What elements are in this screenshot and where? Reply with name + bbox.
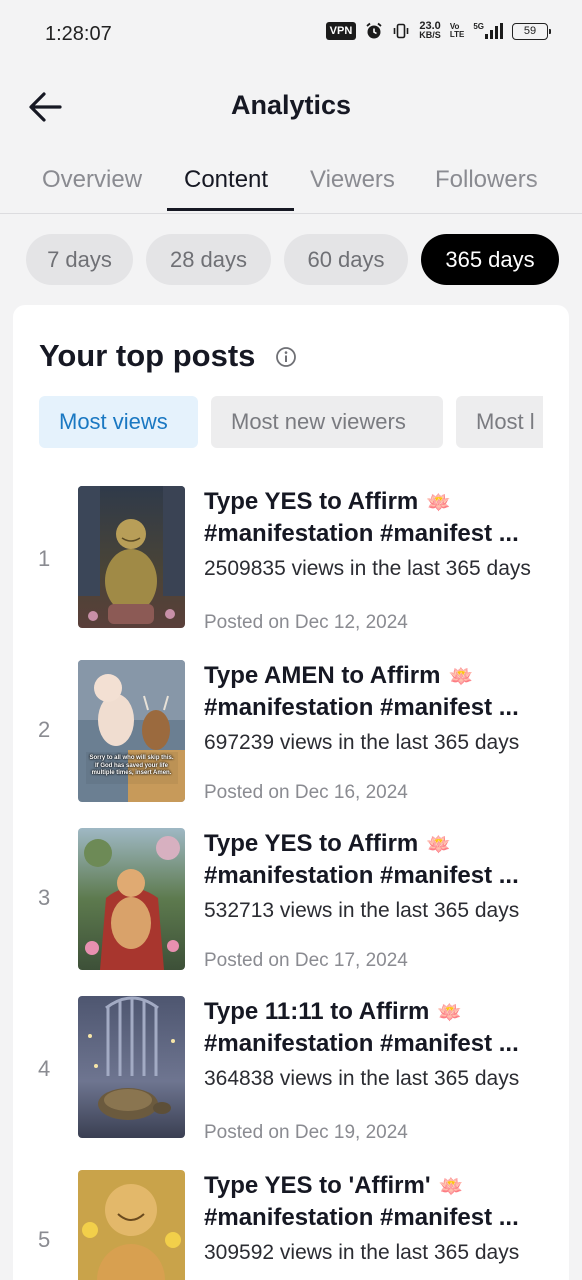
range-60-days[interactable]: 60 days — [284, 234, 408, 285]
tab-content[interactable]: Content — [184, 166, 268, 194]
baby-deer-thumbnail-image — [78, 660, 185, 802]
post-title: Type AMEN to Affirm 🪷 — [204, 662, 474, 689]
vpn-icon: VPN — [325, 22, 357, 40]
post-hashtags: #manifestation #manifest ... — [204, 694, 519, 721]
post-thumbnail[interactable] — [78, 996, 185, 1138]
post-views: 2509835 views in the last 365 days — [204, 557, 531, 580]
info-icon[interactable] — [275, 346, 297, 368]
post-rank: 1 — [38, 546, 51, 571]
filter-most-views[interactable]: Most views — [39, 396, 198, 448]
post-hashtags: #manifestation #manifest ... — [204, 1204, 519, 1231]
lotus-icon: 🪷 — [438, 1176, 464, 1198]
post-views: 532713 views in the last 365 days — [204, 899, 520, 922]
post-views: 697239 views in the last 365 days — [204, 731, 520, 754]
post-views: 309592 views in the last 365 days — [204, 1241, 520, 1264]
post-rank: 5 — [38, 1227, 51, 1252]
post-row[interactable]: 2 Sorry to all who will skip this. If Go… — [13, 660, 569, 820]
filter-most-new-viewers[interactable]: Most new viewers — [211, 396, 443, 448]
post-views: 364838 views in the last 365 days — [204, 1067, 520, 1090]
post-rank: 3 — [38, 885, 51, 910]
range-7-days[interactable]: 7 days — [26, 234, 133, 285]
status-icons: VPN 23.0 KB/S Vo LTE 5G 59 — [325, 20, 551, 40]
post-date: Posted on Dec 17, 2024 — [204, 950, 408, 971]
post-row[interactable]: 3 Type YES to Affirm 🪷 #manifestation #m… — [13, 828, 569, 988]
post-thumbnail[interactable]: Sorry to all who will skip this. If God … — [78, 660, 185, 802]
turtle-cathedral-thumbnail-image — [78, 996, 185, 1138]
section-title: Your top posts — [39, 338, 256, 373]
post-rank: 2 — [38, 717, 51, 742]
post-row[interactable]: 5 Type YES to 'Affirm' 🪷 #manifestation #… — [13, 1170, 569, 1280]
post-date: Posted on Dec 12, 2024 — [204, 612, 408, 633]
post-title: Type YES to 'Affirm' 🪷 — [204, 1172, 464, 1199]
vibrate-icon — [393, 23, 409, 39]
post-thumbnail[interactable] — [78, 828, 185, 970]
lotus-icon: 🪷 — [426, 492, 452, 514]
post-rank: 4 — [38, 1056, 51, 1081]
post-thumbnail[interactable] — [78, 486, 185, 628]
post-title: Type 11:11 to Affirm 🪷 — [204, 998, 463, 1025]
analytics-screen: 1:28:07 VPN 23.0 KB/S Vo LTE 5G 59 Analy… — [0, 0, 582, 1280]
analytics-tabs: Overview Content Viewers Followers — [0, 150, 582, 214]
lotus-icon: 🪷 — [448, 666, 474, 688]
filter-most-likes[interactable]: Most l — [456, 396, 543, 448]
tab-viewers[interactable]: Viewers — [310, 166, 395, 194]
post-date: Posted on Dec 19, 2024 — [204, 1122, 408, 1143]
post-row[interactable]: 4 Type 11:11 to Affirm 🪷 #manifestation … — [13, 996, 569, 1156]
tabs-scroll-fade — [532, 150, 582, 213]
thumbnail-caption: Sorry to all who will skip this. If God … — [89, 755, 174, 776]
range-365-days[interactable]: 365 days — [421, 234, 559, 285]
alarm-icon — [366, 22, 382, 39]
page-title: Analytics — [230, 90, 352, 120]
tab-overview[interactable]: Overview — [42, 166, 142, 194]
post-title: Type YES to Affirm 🪷 — [204, 830, 452, 857]
battery-icon: 59 — [512, 22, 551, 40]
post-hashtags: #manifestation #manifest ... — [204, 1030, 519, 1057]
active-tab-indicator — [167, 208, 294, 211]
post-hashtags: #manifestation #manifest ... — [204, 862, 519, 889]
top-posts-card: Your top posts Most views Most new viewe… — [13, 305, 569, 1280]
lotus-icon: 🪷 — [437, 1002, 463, 1024]
post-date: Posted on Dec 16, 2024 — [204, 782, 408, 803]
post-title: Type YES to Affirm 🪷 — [204, 488, 452, 515]
post-row[interactable]: 1 Type YES to Affirm 🪷 #manifestation #m… — [13, 486, 569, 646]
status-bar: 1:28:07 VPN 23.0 KB/S Vo LTE 5G 59 — [0, 0, 582, 70]
signal-icon: 5G — [473, 23, 503, 39]
volte-indicator: Vo LTE — [449, 22, 465, 39]
post-thumbnail[interactable] — [78, 1170, 185, 1280]
range-28-days[interactable]: 28 days — [146, 234, 271, 285]
buddha-city-thumbnail-image — [78, 486, 185, 628]
status-time: 1:28:07 — [45, 23, 112, 45]
buddha-flowers-thumbnail-image — [78, 1170, 185, 1280]
signal-bars-icon — [485, 23, 503, 39]
post-hashtags: #manifestation #manifest ... — [204, 520, 519, 547]
network-speed: 23.0 KB/S — [419, 20, 441, 40]
sort-filters: Most views Most new viewers Most l — [39, 396, 543, 448]
tab-followers[interactable]: Followers — [435, 166, 538, 194]
buddha-garden-thumbnail-image — [78, 828, 185, 970]
lotus-icon: 🪷 — [426, 834, 452, 856]
